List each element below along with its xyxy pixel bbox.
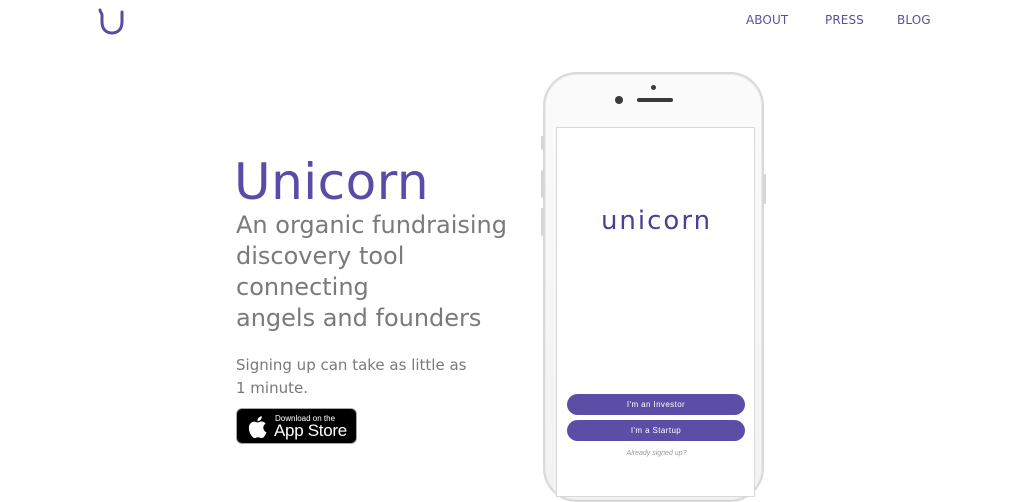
- tagline-line: connecting: [236, 273, 369, 301]
- startup-button[interactable]: I'm a Startup: [567, 420, 745, 441]
- apple-icon: [247, 415, 267, 439]
- hero-title: Unicorn: [234, 153, 430, 211]
- phone-speaker-icon: [637, 98, 673, 102]
- investor-button[interactable]: I'm an Investor: [567, 394, 745, 415]
- nav-press[interactable]: PRESS: [825, 13, 864, 27]
- hero-tagline: An organic fundraising discovery tool co…: [236, 210, 536, 334]
- phone-sensor-icon: [615, 96, 623, 104]
- nav-blog[interactable]: BLOG: [897, 13, 931, 27]
- phone-side-button: [541, 136, 544, 150]
- phone-screen: unicorn I'm an Investor I'm a Startup Al…: [556, 127, 755, 497]
- phone-side-button: [763, 174, 766, 204]
- tagline-line: angels and founders: [236, 304, 482, 332]
- nav-about[interactable]: ABOUT: [746, 13, 788, 27]
- tagline-line: An organic fundraising: [236, 211, 507, 239]
- phone-side-button: [541, 208, 544, 236]
- u-logo-icon[interactable]: [97, 8, 127, 36]
- signup-note: Signing up can take as little as 1 minut…: [236, 356, 467, 397]
- phone-mockup: unicorn I'm an Investor I'm a Startup Al…: [541, 72, 766, 502]
- phone-camera-icon: [651, 85, 656, 90]
- phone-side-button: [541, 170, 544, 198]
- app-store-big-text: App Store: [274, 421, 347, 440]
- app-store-button[interactable]: Download on the App Store: [236, 408, 357, 444]
- already-signed-up-link[interactable]: Already signed up?: [557, 450, 756, 457]
- screen-logo: unicorn: [600, 206, 713, 236]
- tagline-line: discovery tool: [236, 242, 405, 270]
